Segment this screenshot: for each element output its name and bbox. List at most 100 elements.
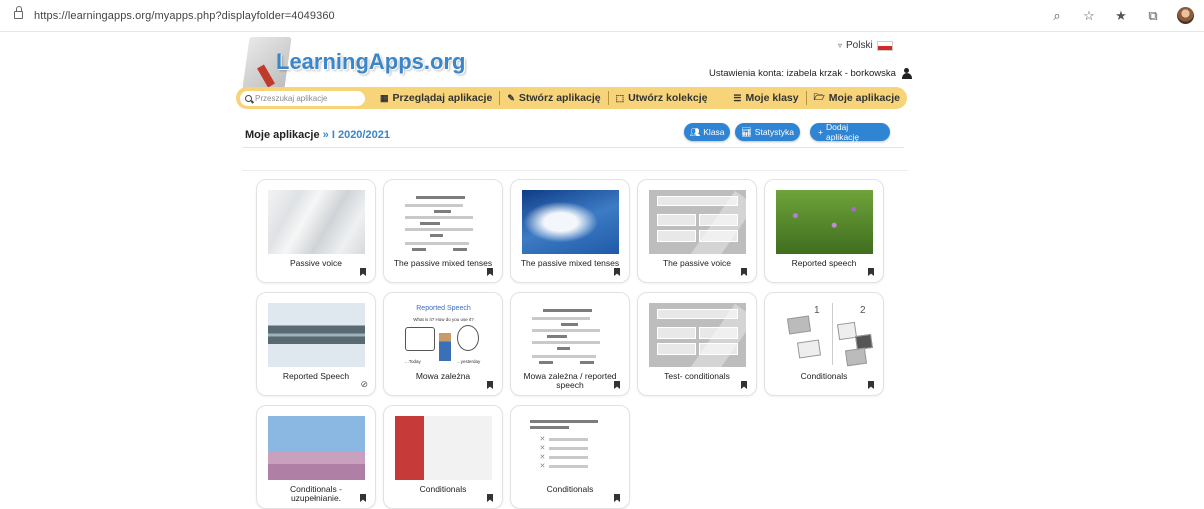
search-box <box>240 90 365 106</box>
app-thumbnail[interactable] <box>395 416 492 480</box>
app-thumbnail[interactable] <box>395 190 492 254</box>
app-card[interactable]: The passive mixed tenses <box>383 179 503 283</box>
app-thumbnail[interactable] <box>649 190 746 254</box>
app-title[interactable]: Conditionals - uzupełnianie. <box>265 485 367 503</box>
app-card[interactable]: Test- conditionals <box>637 292 757 396</box>
add-app-button-label: Dodaj aplikację <box>825 122 860 142</box>
bookmark-icon[interactable] <box>741 381 747 389</box>
bookmark-icon[interactable] <box>868 381 874 389</box>
app-title[interactable]: Conditionals <box>519 485 621 494</box>
app-card[interactable]: The passive mixed tenses <box>510 179 630 283</box>
statistics-button-label: Statystyka <box>754 127 795 137</box>
nav-create-collection[interactable]: ⬚ Utwórz kolekcję <box>607 91 715 105</box>
bookmark-icon[interactable] <box>487 381 493 389</box>
app-card[interactable]: Reported Speech ⊘ <box>256 292 376 396</box>
app-thumbnail[interactable] <box>776 190 873 254</box>
user-icon <box>901 68 912 79</box>
app-thumbnail[interactable] <box>268 303 365 367</box>
add-app-button[interactable]: + Dodaj aplikację <box>810 122 890 142</box>
app-thumbnail[interactable]: ✕ ✕ ✕ ✕ <box>522 416 619 480</box>
plus-icon: + <box>818 127 823 137</box>
app-thumbnail[interactable]: Reported Speech What is it? How do you us… <box>395 303 492 367</box>
app-title[interactable]: The passive voice <box>646 259 748 268</box>
app-title[interactable]: Mowa zależna <box>392 372 494 381</box>
collection-icon: ⬚ <box>615 92 625 103</box>
app-thumbnail[interactable] <box>522 303 619 367</box>
browser-address-bar: https://learningapps.org/myapps.php?disp… <box>0 0 1204 32</box>
app-thumbnail[interactable] <box>649 303 746 367</box>
app-title[interactable]: Conditionals <box>773 372 875 381</box>
divider <box>242 170 908 171</box>
language-selector[interactable]: ▿ Polski <box>838 40 893 51</box>
nav-my-apps[interactable]: 🗁 Moje aplikacje <box>805 91 907 105</box>
pencil-icon: ✎ <box>507 92 515 103</box>
nav-collection-label: Utwórz kolekcję <box>628 92 708 104</box>
app-title[interactable]: Test- conditionals <box>646 372 748 381</box>
nav-myapps-label: Moje aplikacje <box>828 92 900 104</box>
app-card[interactable]: Mowa zależna / reported speech <box>510 292 630 396</box>
bookmark-icon[interactable] <box>360 268 366 276</box>
app-title[interactable]: Passive voice <box>265 259 367 268</box>
bookmark-icon[interactable] <box>614 494 620 502</box>
chart-icon: 📊︎ <box>741 126 752 137</box>
page-info-icon[interactable] <box>14 6 23 19</box>
list-icon: ☰ <box>733 92 742 103</box>
collections-icon[interactable]: ⧉ <box>1145 8 1161 24</box>
breadcrumb-separator: » <box>322 129 329 141</box>
app-card[interactable]: Reported Speech What is it? How do you us… <box>383 292 503 396</box>
nav-create-label: Stwórz aplikację <box>518 92 601 104</box>
app-title[interactable]: Mowa zależna / reported speech <box>519 372 621 390</box>
favorites-icon[interactable]: ★ <box>1113 8 1129 24</box>
url-text[interactable]: https://learningapps.org/myapps.php?disp… <box>34 10 335 22</box>
app-title[interactable]: The passive mixed tenses <box>392 259 494 268</box>
divider <box>242 147 904 148</box>
app-title[interactable]: Conditionals <box>392 485 494 494</box>
search-icon[interactable]: ⌕ <box>1049 8 1065 24</box>
favorite-add-icon[interactable]: ☆ <box>1081 8 1097 24</box>
language-label: Polski <box>846 40 873 51</box>
search-input[interactable] <box>255 93 355 103</box>
app-card[interactable]: Passive voice <box>256 179 376 283</box>
breadcrumb: Moje aplikacje » I 2020/2021 <box>245 129 390 141</box>
search-icon <box>245 94 252 102</box>
statistics-button[interactable]: 📊︎ Statystyka <box>735 123 800 141</box>
bookmark-icon[interactable] <box>868 268 874 276</box>
bookmark-icon[interactable] <box>487 494 493 502</box>
dropdown-arrow-icon: ▿ <box>838 41 843 50</box>
app-thumbnail[interactable] <box>268 190 365 254</box>
app-title[interactable]: Reported speech <box>773 259 875 268</box>
app-title[interactable]: Reported Speech <box>265 372 367 381</box>
nav-create-app[interactable]: ✎ Stwórz aplikację <box>499 91 607 105</box>
main-nav: ▦ Przeglądaj aplikacje ✎ Stwórz aplikacj… <box>236 87 907 109</box>
folder-name: I 2020/2021 <box>331 129 390 141</box>
class-button-label: Klasa <box>703 127 725 137</box>
nav-browse-apps[interactable]: ▦ Przeglądaj aplikacje <box>373 91 499 105</box>
app-card[interactable]: ✕ ✕ ✕ ✕ Conditionals <box>510 405 630 509</box>
page-title[interactable]: Moje aplikacje <box>245 129 320 141</box>
account-settings[interactable]: Ustawienia konta: izabela krzak - borkow… <box>709 68 912 79</box>
browser-toolbar: ⌕ ☆ ★ ⧉ <box>1049 7 1194 24</box>
site-logo[interactable]: LearningApps.org <box>242 37 471 92</box>
users-icon: 👥︎ <box>689 126 701 137</box>
nav-my-classes[interactable]: ☰ Moje klasy <box>726 91 805 105</box>
nav-classes-label: Moje klasy <box>745 92 799 104</box>
bookmark-icon[interactable] <box>614 268 620 276</box>
app-thumbnail[interactable] <box>522 190 619 254</box>
app-card[interactable]: The passive voice <box>637 179 757 283</box>
account-label: Ustawienia konta: izabela krzak - borkow… <box>709 68 896 79</box>
app-card[interactable]: Conditionals <box>383 405 503 509</box>
poland-flag-icon <box>876 40 893 51</box>
grid-icon: ▦ <box>380 92 389 103</box>
app-card[interactable]: Reported speech <box>764 179 884 283</box>
class-button[interactable]: 👥︎ Klasa <box>684 123 730 141</box>
app-title[interactable]: The passive mixed tenses <box>519 259 621 268</box>
hidden-eye-icon[interactable]: ⊘ <box>360 379 368 390</box>
bookmark-icon[interactable] <box>487 268 493 276</box>
bookmark-icon[interactable] <box>741 268 747 276</box>
app-card[interactable]: Conditionals - uzupełnianie. <box>256 405 376 509</box>
profile-avatar[interactable] <box>1177 7 1194 24</box>
app-thumbnail[interactable] <box>268 416 365 480</box>
app-card[interactable]: 1 2 Conditionals <box>764 292 884 396</box>
app-thumbnail[interactable]: 12 <box>776 303 873 367</box>
folder-open-icon: 🗁 <box>813 92 825 102</box>
